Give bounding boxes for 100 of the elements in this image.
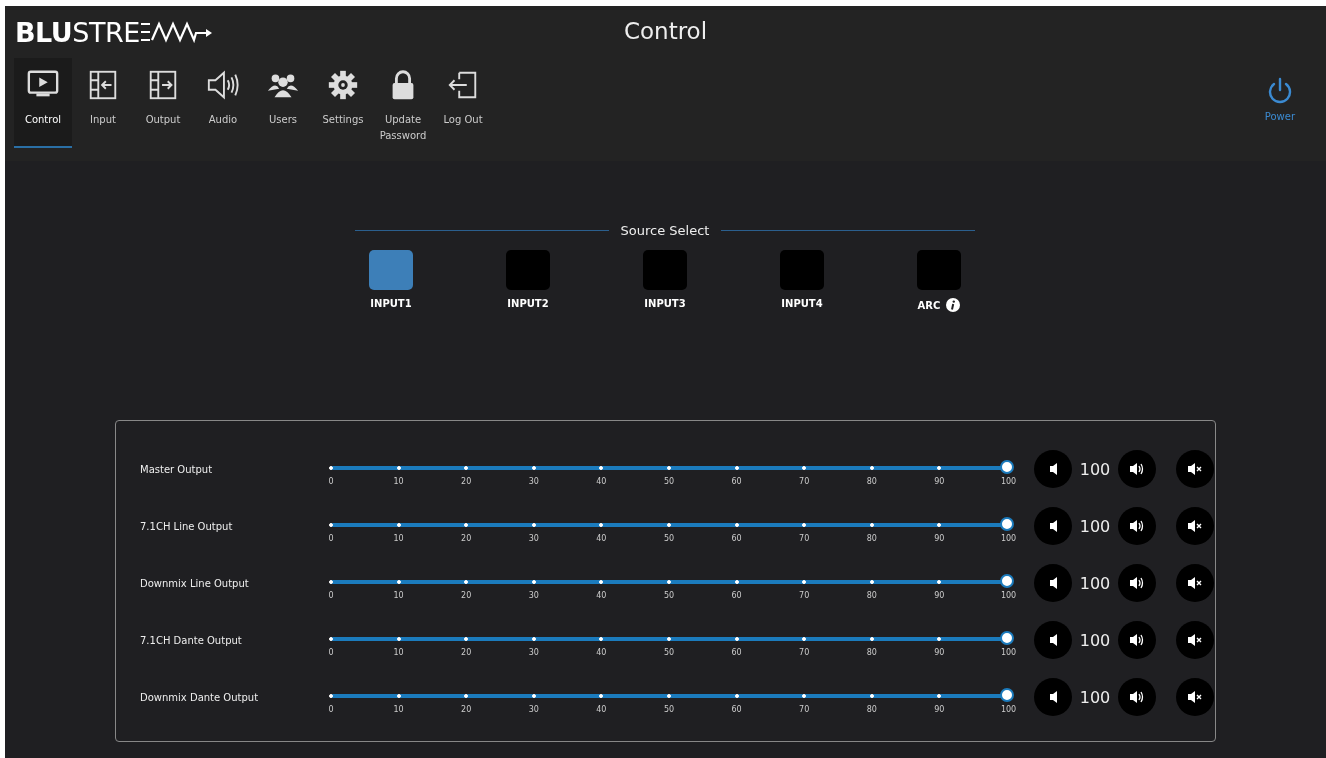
settings-icon: [326, 68, 360, 102]
speaker-icon: [1049, 577, 1057, 589]
source-label: INPUT1: [370, 298, 412, 309]
scale-label: 70: [798, 647, 811, 657]
nav-tab[interactable]: Audio: [194, 58, 252, 150]
scale-label: 80: [865, 533, 878, 543]
scale-label: 60: [730, 590, 743, 600]
scale-label: 30: [527, 590, 540, 600]
section-title: Source Select: [619, 223, 711, 238]
volume-value: 100: [1078, 516, 1112, 536]
speaker-loud-icon: [1129, 689, 1145, 705]
brand-logo-text: BLUSTRE: [15, 16, 140, 48]
scale-label: 60: [730, 476, 743, 486]
slider-thumb[interactable]: [1000, 516, 1014, 531]
power-button[interactable]: Power: [1258, 76, 1301, 123]
scale-label: 90: [933, 476, 946, 486]
scale-label: 10: [392, 647, 405, 657]
slider-thumb[interactable]: [1000, 687, 1014, 702]
source-label: INPUT2: [507, 298, 549, 309]
scale-label: 40: [595, 647, 608, 657]
volume-value: 100: [1078, 687, 1112, 707]
scale-label: 50: [662, 476, 675, 486]
volume-up-button[interactable]: [1118, 678, 1156, 716]
scale-label: 20: [460, 533, 473, 543]
speaker-mute-icon: [1187, 632, 1203, 648]
scale-label: 30: [527, 647, 540, 657]
speaker-loud-icon: [1129, 575, 1145, 591]
nav-tab[interactable]: Log Out: [434, 58, 492, 150]
scale-label: 40: [595, 476, 608, 486]
source-label: INPUT4: [781, 298, 823, 309]
scale-label: 50: [662, 647, 675, 657]
output-label: Master Output: [140, 463, 214, 475]
nav-tab[interactable]: Control: [14, 58, 72, 148]
scale-label: 40: [595, 704, 608, 714]
scale-label: 20: [460, 647, 473, 657]
source-label: INPUT3: [644, 298, 686, 309]
scale-label: 20: [460, 476, 473, 486]
speaker-icon: [206, 68, 240, 102]
scale-label: 70: [798, 704, 811, 714]
output-label: 7.1CH Dante Output: [140, 634, 243, 646]
nav-tab[interactable]: Settings: [314, 58, 372, 150]
volume-up-button[interactable]: [1118, 450, 1156, 488]
volume-up-button[interactable]: [1118, 621, 1156, 659]
output-label: Downmix Dante Output: [140, 691, 260, 703]
nav-tab[interactable]: Update Password: [374, 58, 432, 150]
volume-value: 100: [1078, 573, 1112, 593]
scale-label: 80: [865, 704, 878, 714]
source-tile[interactable]: [643, 250, 687, 290]
mute-button[interactable]: [1176, 678, 1214, 716]
scale-label: 40: [595, 533, 608, 543]
source-tile[interactable]: [506, 250, 550, 290]
scale-label: 60: [730, 647, 743, 657]
scale-label: 10: [392, 590, 405, 600]
scale-label: 50: [662, 590, 675, 600]
scale-label: 90: [933, 590, 946, 600]
scale-label: 20: [460, 590, 473, 600]
scale-label: 0: [327, 590, 335, 600]
nav-tab[interactable]: Users: [254, 58, 312, 150]
source-tile[interactable]: [917, 250, 961, 290]
mute-button[interactable]: [1176, 507, 1214, 545]
scale-label: 40: [595, 590, 608, 600]
speaker-icon: [1049, 463, 1057, 475]
slider-thumb[interactable]: [1000, 573, 1014, 588]
scale-label: 0: [327, 533, 335, 543]
output-label: Downmix Line Output: [140, 577, 250, 589]
speaker-icon: [1049, 691, 1057, 703]
source-tile[interactable]: [369, 250, 413, 290]
scale-label: 0: [327, 704, 335, 714]
scale-label: 80: [865, 647, 878, 657]
speaker-icon: [1049, 634, 1057, 646]
volume-up-button[interactable]: [1118, 564, 1156, 602]
scale-label: 50: [662, 704, 675, 714]
scale-label: 80: [865, 476, 878, 486]
speaker-loud-icon: [1129, 461, 1145, 477]
scale-label: 90: [933, 647, 946, 657]
volume-down-button[interactable]: [1034, 621, 1072, 659]
volume-down-button[interactable]: [1034, 564, 1072, 602]
mute-button[interactable]: [1176, 564, 1214, 602]
scale-label: 60: [730, 704, 743, 714]
speaker-mute-icon: [1187, 518, 1203, 534]
speaker-icon: [1049, 520, 1057, 532]
nav-tab[interactable]: Input: [74, 58, 132, 150]
info-icon[interactable]: [946, 298, 961, 312]
scale-label: 90: [933, 704, 946, 714]
volume-down-button[interactable]: [1034, 450, 1072, 488]
slider-thumb[interactable]: [1000, 630, 1014, 645]
scale-label: 70: [798, 476, 811, 486]
volume-up-button[interactable]: [1118, 507, 1156, 545]
scale-label: 90: [933, 533, 946, 543]
page-title: Control: [623, 18, 708, 44]
mute-button[interactable]: [1176, 450, 1214, 488]
output-label: 7.1CH Line Output: [140, 520, 234, 532]
scale-label: 30: [527, 533, 540, 543]
volume-value: 100: [1078, 459, 1112, 479]
nav-tab[interactable]: Output: [134, 58, 192, 150]
volume-down-button[interactable]: [1034, 507, 1072, 545]
volume-down-button[interactable]: [1034, 678, 1072, 716]
mute-button[interactable]: [1176, 621, 1214, 659]
source-tile[interactable]: [780, 250, 824, 290]
slider-thumb[interactable]: [1000, 459, 1014, 474]
